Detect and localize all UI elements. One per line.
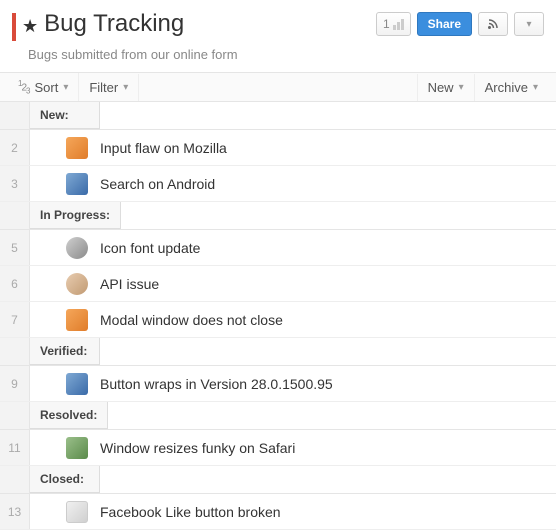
gutter [0,402,30,429]
star-icon[interactable]: ★ [22,12,38,40]
filter-button[interactable]: Filter ▾ [79,74,139,101]
count-value: 1 [383,17,390,31]
archive-label: Archive [485,80,528,95]
group-header[interactable]: Verified: [0,338,556,366]
row-number: 6 [0,266,30,301]
accent-bar [12,13,16,41]
chevron-down-icon: ▾ [526,19,531,30]
page-header: ★ Bug Tracking 1 Share ▾ [0,0,556,47]
avatar [66,373,88,395]
table-row[interactable]: 6 API issue [0,266,556,302]
row-number: 5 [0,230,30,265]
sort-icon: 123 [18,79,29,95]
avatar [66,137,88,159]
avatar [66,437,88,459]
chevron-down-icon: ▾ [459,82,464,93]
row-number: 13 [0,494,30,529]
page-title: Bug Tracking [44,10,184,38]
sort-label: Sort [34,80,58,95]
gutter [0,102,30,129]
chevron-down-icon: ▾ [123,82,128,93]
chevron-down-icon: ▾ [533,82,538,93]
row-title: Icon font update [100,240,200,256]
table-row[interactable]: 3 Search on Android [0,166,556,202]
row-title: Facebook Like button broken [100,504,281,520]
new-button[interactable]: New ▾ [417,74,474,101]
row-number: 11 [0,430,30,465]
group-label: Closed: [30,466,100,493]
table-row[interactable]: 9 Button wraps in Version 28.0.1500.95 [0,366,556,402]
group-label: Verified: [30,338,100,365]
table-row[interactable]: 2 Input flaw on Mozilla [0,130,556,166]
avatar [66,273,88,295]
row-title: API issue [100,276,159,292]
row-title: Search on Android [100,176,215,192]
row-number: 7 [0,302,30,337]
toolbar: 123 Sort ▾ Filter ▾ New ▾ Archive ▾ [0,72,556,102]
group-label: Resolved: [30,402,108,429]
filter-label: Filter [89,80,118,95]
share-button[interactable]: Share [417,12,472,36]
rss-icon [487,18,499,30]
new-label: New [428,80,454,95]
row-number: 2 [0,130,30,165]
table-row[interactable]: 13 Facebook Like button broken [0,494,556,530]
title-block: ★ Bug Tracking [12,10,184,41]
chevron-down-icon: ▾ [63,82,68,93]
group-label: New: [30,102,100,129]
avatar [66,309,88,331]
sort-button[interactable]: 123 Sort ▾ [8,73,79,101]
group-header[interactable]: In Progress: [0,202,556,230]
avatar [66,173,88,195]
rss-button[interactable] [478,12,508,36]
group-header[interactable]: Closed: [0,466,556,494]
row-title: Input flaw on Mozilla [100,140,227,156]
group-label: In Progress: [30,202,121,229]
gutter [0,466,30,493]
avatar [66,237,88,259]
bug-list: New:2 Input flaw on Mozilla 3 Search on And… [0,102,556,530]
table-row[interactable]: 7 Modal window does not close [0,302,556,338]
table-row[interactable]: 11 Window resizes funky on Safari [0,430,556,466]
bars-icon [393,19,404,30]
more-menu-button[interactable]: ▾ [514,12,544,36]
avatar [66,501,88,523]
group-header[interactable]: New: [0,102,556,130]
gutter [0,202,30,229]
row-number: 3 [0,166,30,201]
row-title: Modal window does not close [100,312,283,328]
gutter [0,338,30,365]
table-row[interactable]: 5 Icon font update [0,230,556,266]
row-title: Button wraps in Version 28.0.1500.95 [100,376,333,392]
header-actions: 1 Share ▾ [376,12,544,36]
archive-button[interactable]: Archive ▾ [474,74,548,101]
collaborator-count[interactable]: 1 [376,12,411,36]
row-title: Window resizes funky on Safari [100,440,295,456]
group-header[interactable]: Resolved: [0,402,556,430]
row-number: 9 [0,366,30,401]
page-subtitle: Bugs submitted from our online form [0,47,556,72]
